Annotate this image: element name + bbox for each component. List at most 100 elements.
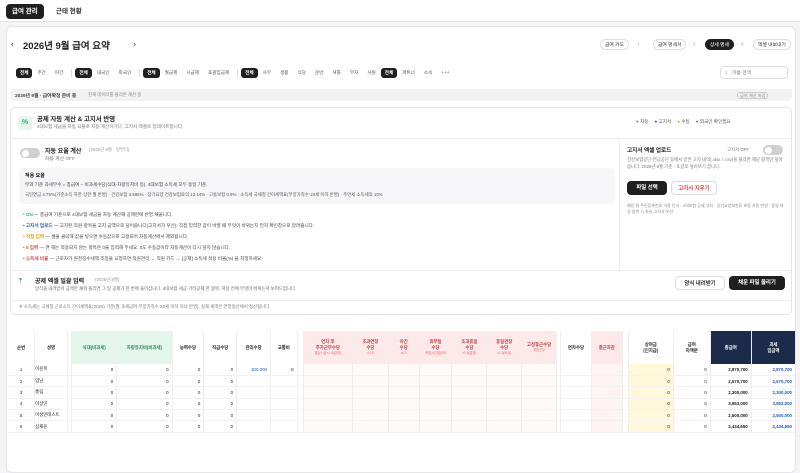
file-select-button[interactable]: 파일 선택 bbox=[627, 181, 667, 195]
table-cell[interactable] bbox=[352, 420, 389, 433]
filter-chip[interactable]: 전체 bbox=[75, 68, 92, 78]
table-cell[interactable]: 0 bbox=[203, 364, 238, 376]
table-cell[interactable]: 0 bbox=[172, 409, 205, 422]
table-cell[interactable] bbox=[451, 409, 488, 422]
table-cell[interactable]: 3,953,000 bbox=[710, 398, 752, 411]
table-cell[interactable]: 0 bbox=[172, 375, 205, 388]
table-cell[interactable]: 2,500,000 bbox=[751, 409, 795, 422]
table-row[interactable]: 3 홍림 0 0 0 0 0 0 2,300,000 2,300,000 bbox=[8, 386, 795, 399]
table-cell[interactable] bbox=[451, 398, 488, 411]
table-cell[interactable] bbox=[451, 364, 488, 376]
table-cell[interactable] bbox=[388, 409, 420, 422]
table-cell[interactable] bbox=[560, 409, 592, 422]
table-cell[interactable]: 2,870,700 bbox=[751, 364, 795, 376]
table-cell[interactable] bbox=[419, 398, 453, 411]
filter-chip[interactable]: 외국인 bbox=[115, 68, 136, 78]
filter-chip[interactable]: 야간 bbox=[51, 68, 67, 78]
table-cell[interactable]: 2,434,650 bbox=[751, 420, 795, 433]
table-cell[interactable] bbox=[303, 409, 353, 422]
clear-notice-button[interactable]: 고지서 지우기 bbox=[671, 181, 717, 195]
table-cell[interactable] bbox=[388, 420, 420, 433]
table-cell[interactable] bbox=[521, 398, 557, 411]
table-cell[interactable]: 0 bbox=[673, 375, 711, 388]
table-cell[interactable]: 0 bbox=[628, 386, 674, 399]
table-cell[interactable] bbox=[303, 420, 353, 433]
table-cell[interactable] bbox=[521, 409, 557, 422]
table-cell[interactable]: 0 bbox=[673, 420, 711, 433]
table-cell[interactable] bbox=[486, 420, 523, 433]
table-cell[interactable]: 0 bbox=[172, 420, 205, 433]
prev-month-button[interactable]: ‹ bbox=[11, 39, 14, 49]
table-cell[interactable] bbox=[352, 409, 389, 422]
tab-attendance[interactable]: 근태 현황 bbox=[50, 4, 88, 19]
table-cell[interactable]: 0 bbox=[628, 420, 674, 433]
table-cell[interactable] bbox=[270, 420, 298, 433]
table-cell[interactable] bbox=[270, 386, 298, 399]
table-cell[interactable] bbox=[419, 364, 453, 376]
filter-chip[interactable]: 전체 bbox=[16, 68, 33, 78]
table-row[interactable]: 5 마성민테스트 0 0 0 0 0 0 2,500,000 2,500,000 bbox=[8, 409, 795, 422]
filter-chip[interactable]: 전체 bbox=[143, 68, 160, 78]
table-cell[interactable] bbox=[419, 420, 453, 433]
table-cell[interactable]: 0 bbox=[71, 420, 118, 433]
table-cell[interactable] bbox=[270, 409, 298, 422]
table-cell[interactable] bbox=[591, 409, 623, 422]
table-cell[interactable] bbox=[591, 398, 623, 411]
auto-calc-toggle[interactable] bbox=[20, 148, 40, 158]
table-cell[interactable]: 0 bbox=[628, 409, 674, 422]
table-cell[interactable] bbox=[303, 398, 353, 411]
table-cell[interactable] bbox=[303, 364, 353, 376]
table-cell[interactable]: 300,000 bbox=[236, 364, 271, 376]
table-cell[interactable] bbox=[451, 420, 488, 433]
table-cell[interactable] bbox=[451, 386, 488, 399]
table-row[interactable]: 6 삼재윤 0 0 0 0 0 0 2,434,650 2,434,650 bbox=[8, 420, 795, 433]
filter-chip[interactable]: 운반 bbox=[311, 68, 327, 78]
table-cell[interactable] bbox=[521, 364, 557, 376]
payslip-button[interactable]: 급여 명세서 bbox=[653, 39, 687, 50]
table-cell[interactable] bbox=[388, 364, 420, 376]
filter-chip[interactable]: 부자 bbox=[346, 68, 362, 78]
table-cell[interactable] bbox=[486, 409, 523, 422]
table-cell[interactable] bbox=[521, 375, 557, 388]
table-cell[interactable] bbox=[591, 420, 623, 433]
table-cell[interactable] bbox=[419, 375, 453, 388]
filter-chip[interactable]: 시급제 bbox=[182, 68, 203, 78]
tab-payroll[interactable]: 급여 관리 bbox=[6, 4, 44, 19]
table-cell[interactable] bbox=[303, 375, 353, 388]
filter-chip[interactable]: 주간 bbox=[33, 68, 49, 78]
filter-chip[interactable]: 식당 bbox=[294, 68, 310, 78]
table-cell[interactable]: 0 bbox=[172, 386, 205, 399]
table-cell[interactable]: 3,953,000 bbox=[751, 398, 795, 411]
table-cell[interactable] bbox=[560, 375, 592, 388]
table-cell[interactable]: 0 bbox=[203, 409, 238, 422]
filter-chip[interactable]: +++ bbox=[437, 68, 453, 78]
table-cell[interactable]: 0 bbox=[71, 364, 118, 376]
table-cell[interactable]: 0 bbox=[172, 364, 205, 376]
filter-chip[interactable]: 전체 bbox=[380, 68, 398, 78]
table-cell[interactable]: 0 bbox=[673, 409, 711, 422]
filter-chip[interactable]: 사원 bbox=[363, 68, 379, 78]
table-cell[interactable]: 2,300,000 bbox=[751, 386, 795, 399]
upload-filled-button[interactable]: 채운 파일 올리기 bbox=[729, 276, 785, 290]
table-cell[interactable]: 0 bbox=[203, 386, 238, 399]
table-cell[interactable]: 2,570,700 bbox=[751, 375, 795, 388]
table-cell[interactable] bbox=[486, 364, 523, 376]
table-cell[interactable] bbox=[236, 386, 271, 399]
table-row[interactable]: 2 엄남 0 0 0 0 0 0 2,570,700 2,570,700 bbox=[8, 375, 795, 388]
table-cell[interactable] bbox=[591, 386, 623, 399]
table-cell[interactable]: 0 bbox=[203, 420, 238, 433]
download-template-button[interactable]: 양식 내려받기 bbox=[675, 276, 725, 290]
table-cell[interactable] bbox=[236, 409, 271, 422]
table-cell[interactable] bbox=[352, 386, 389, 399]
table-cell[interactable] bbox=[352, 398, 389, 411]
filter-chip[interactable]: 파트너 bbox=[398, 68, 419, 78]
table-cell[interactable]: 0 bbox=[203, 375, 238, 388]
table-cell[interactable]: 0 bbox=[673, 364, 711, 376]
next-month-button[interactable]: › bbox=[133, 39, 136, 49]
table-cell[interactable] bbox=[521, 386, 557, 399]
table-cell[interactable] bbox=[352, 375, 389, 388]
table-cell[interactable] bbox=[486, 398, 523, 411]
excel-export-button[interactable]: 엑셀 내보내기 bbox=[753, 39, 791, 50]
filter-chip[interactable]: 내국인 bbox=[93, 68, 114, 78]
search-box[interactable]: ⌕ bbox=[720, 66, 788, 79]
